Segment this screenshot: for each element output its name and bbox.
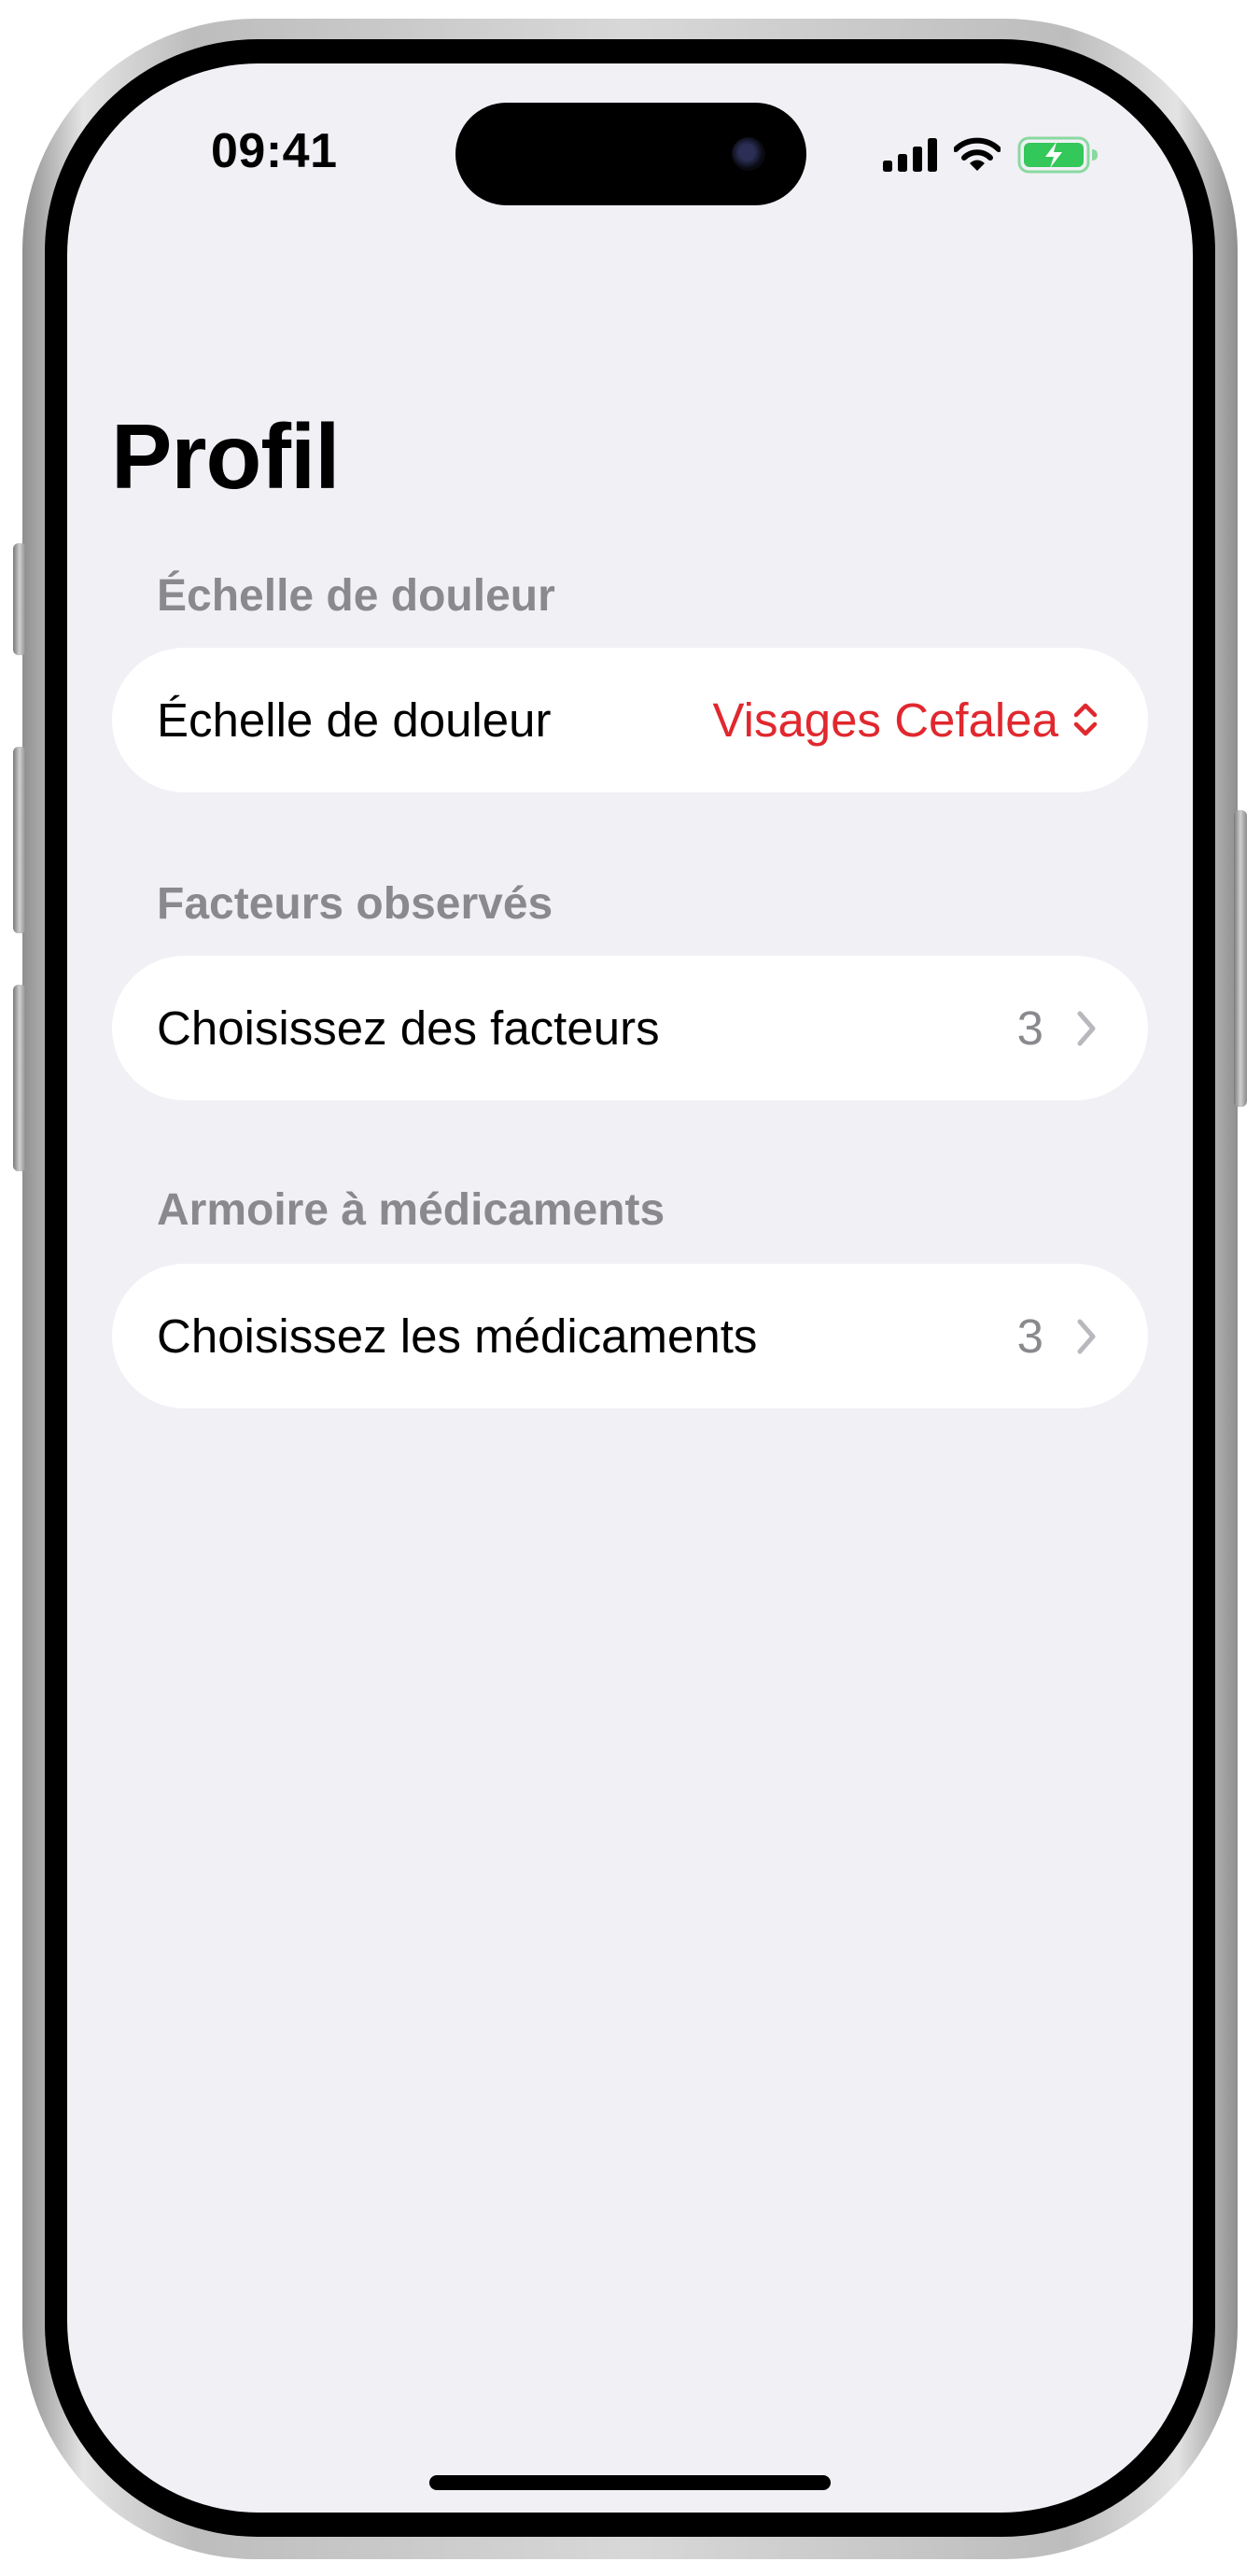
page-title: Profil [111,405,340,508]
medications-count: 3 [1016,1309,1043,1363]
volume-up-button [13,747,26,933]
battery-charging-icon [1017,136,1098,174]
wifi-icon [954,137,1001,171]
cell-label: Échelle de douleur [157,693,552,747]
cell-label: Choisissez les médicaments [157,1309,758,1363]
power-button [1234,810,1247,1107]
choose-factors-cell[interactable]: Choisissez des facteurs 3 [112,956,1148,1100]
factors-count: 3 [1016,1001,1043,1055]
chevron-right-icon [1077,1319,1096,1354]
choose-medications-cell[interactable]: Choisissez les médicaments 3 [112,1264,1148,1408]
section-header-medicine-cabinet: Armoire à médicaments [157,1185,665,1235]
status-icons [883,136,1099,174]
section-header-pain-scale: Échelle de douleur [157,571,555,621]
status-time: 09:41 [211,124,338,178]
front-camera-icon [732,137,765,171]
volume-down-button [13,985,26,1171]
up-down-chevron-icon [1073,703,1098,736]
home-indicator[interactable] [429,2475,831,2490]
chevron-right-icon [1077,1011,1096,1046]
screen: 09:41 Profil Échelle de douleur Échelle … [67,63,1193,2513]
action-button [13,543,26,655]
pain-scale-selected-value: Visages Cefalea [712,693,1058,747]
section-header-observed-factors: Facteurs observés [157,879,553,929]
dynamic-island [455,103,806,205]
pain-scale-picker-cell[interactable]: Échelle de douleur Visages Cefalea [112,648,1148,792]
cell-label: Choisissez des facteurs [157,1001,660,1055]
cellular-signal-icon [883,138,937,172]
